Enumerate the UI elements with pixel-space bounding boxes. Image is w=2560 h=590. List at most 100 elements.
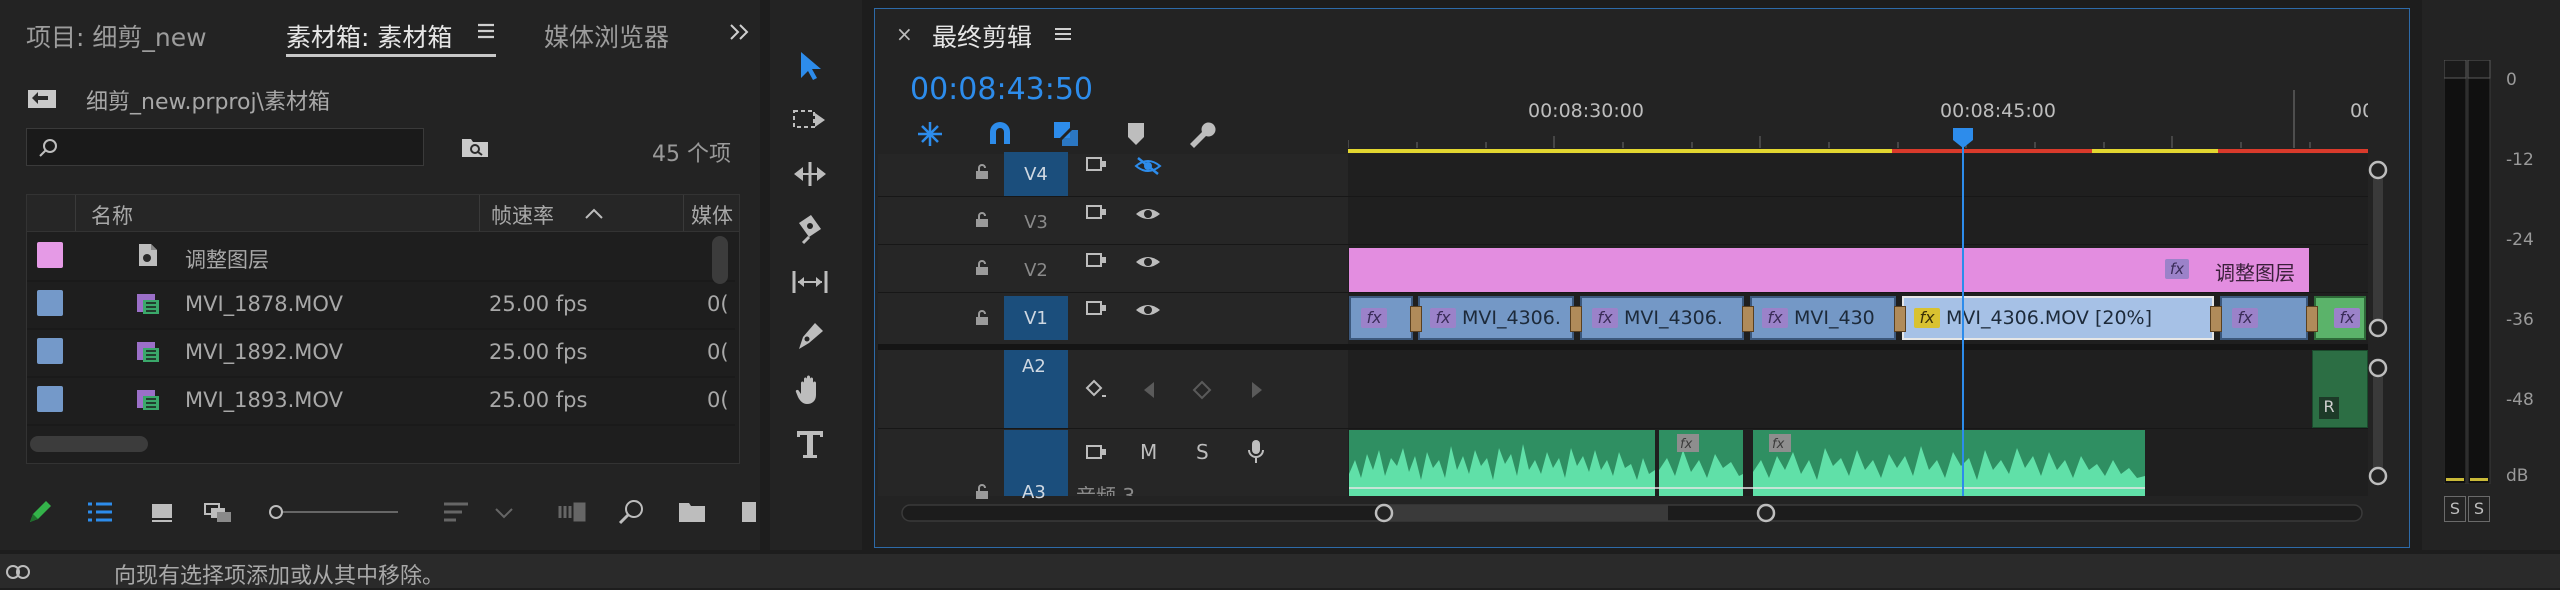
eye-hidden-icon[interactable]: [1134, 156, 1162, 176]
clip-handle[interactable]: [2210, 306, 2222, 332]
panel-menu-icon[interactable]: [1054, 26, 1072, 42]
track-select-tool-icon[interactable]: [786, 96, 834, 144]
add-marker-icon[interactable]: [1124, 120, 1148, 148]
adjustment-layer-clip[interactable]: fx 调整图层: [1349, 248, 2309, 292]
add-keyframe-icon[interactable]: [1192, 380, 1212, 400]
hand-tool-icon[interactable]: [786, 366, 834, 414]
sync-lock-icon[interactable]: [1086, 300, 1108, 318]
solo-right-button[interactable]: S: [2468, 496, 2490, 522]
video-clip[interactable]: fx: [2314, 296, 2366, 340]
video-clip[interactable]: fx MVI_4306.: [1418, 296, 1574, 340]
zoom-slider[interactable]: [268, 504, 402, 520]
tab-bin[interactable]: 素材箱: 素材箱: [286, 18, 452, 54]
audio-clip[interactable]: R: [2312, 350, 2368, 428]
next-keyframe-icon[interactable]: [1248, 380, 1266, 400]
type-tool-icon[interactable]: [786, 420, 834, 468]
track-target-v2[interactable]: V2: [1004, 248, 1068, 292]
lock-icon[interactable]: [974, 310, 990, 326]
audio-clip[interactable]: fx fx: [1349, 430, 2305, 496]
chevron-down-icon[interactable]: [488, 496, 520, 528]
tab-project[interactable]: 项目: 细剪_new: [26, 18, 207, 54]
list-item[interactable]: MVI_1893.MOV 25.00 fps 0(: [27, 378, 735, 426]
freeform-view-icon[interactable]: [202, 496, 234, 528]
find-icon[interactable]: [616, 496, 648, 528]
playhead-timecode[interactable]: 00:08:43:50: [910, 72, 1093, 107]
vertical-zoom-bar[interactable]: [2366, 158, 2390, 492]
pencil-icon[interactable]: [24, 496, 56, 528]
track-target-v3[interactable]: V3: [1004, 200, 1068, 244]
sequence-tab-title[interactable]: 最终剪辑: [932, 18, 1032, 54]
horizontal-scrollbar[interactable]: [30, 436, 148, 452]
solo-button[interactable]: S: [1196, 440, 1209, 464]
list-item[interactable]: 调整图层: [27, 234, 735, 282]
track-target-v4[interactable]: V4: [1004, 152, 1068, 196]
lock-icon[interactable]: [974, 212, 990, 228]
eye-icon[interactable]: [1134, 300, 1162, 320]
video-clip-selected[interactable]: fx MVI_4306.MOV [20%]: [1902, 296, 2214, 340]
microphone-icon[interactable]: [1246, 438, 1266, 466]
pen-tool-icon[interactable]: [786, 312, 834, 360]
solo-left-button[interactable]: S: [2444, 496, 2466, 522]
razor-tool-icon[interactable]: [786, 204, 834, 252]
track-target-a2[interactable]: A2: [1004, 350, 1068, 428]
lock-icon[interactable]: [974, 484, 990, 500]
list-item[interactable]: MVI_1892.MOV 25.00 fps 0(: [27, 330, 735, 378]
new-search-bin-icon[interactable]: [460, 134, 490, 160]
column-fps[interactable]: 帧速率: [491, 200, 554, 230]
video-clip[interactable]: fx: [1349, 296, 1413, 340]
new-item-icon[interactable]: [738, 496, 756, 528]
automate-to-sequence-icon[interactable]: [556, 496, 588, 528]
video-clip[interactable]: fx MVI_430: [1750, 296, 1896, 340]
eye-icon[interactable]: [1134, 252, 1162, 272]
sync-lock-icon[interactable]: [1086, 156, 1108, 174]
clip-handle[interactable]: [1570, 306, 1582, 332]
creative-cloud-icon[interactable]: [4, 558, 32, 584]
slip-tool-icon[interactable]: [786, 258, 834, 306]
snap-magnet-icon[interactable]: [984, 118, 1016, 150]
label-color-swatch[interactable]: [37, 338, 63, 364]
video-clip[interactable]: fx MVI_4306.: [1580, 296, 1744, 340]
list-item[interactable]: MVI_1878.MOV 25.00 fps 0(: [27, 282, 735, 330]
icon-view-icon[interactable]: [146, 496, 178, 528]
expand-panels-icon[interactable]: [728, 22, 752, 42]
horizontal-zoom-bar[interactable]: [900, 500, 2366, 526]
close-tab-button[interactable]: ×: [896, 22, 913, 46]
search-field[interactable]: [26, 128, 424, 166]
lock-icon[interactable]: [974, 164, 990, 180]
linked-selection-icon[interactable]: [1050, 118, 1082, 150]
sync-lock-icon[interactable]: [1086, 204, 1108, 222]
new-bin-icon[interactable]: [676, 496, 708, 528]
panel-menu-icon[interactable]: [476, 22, 496, 40]
sync-lock-icon[interactable]: [1086, 444, 1108, 462]
time-ruler[interactable]: 00:08:30:00 00:08:45:00 00(: [1348, 90, 2368, 154]
nest-toggle-icon[interactable]: [914, 118, 946, 150]
vertical-scrollbar[interactable]: [712, 236, 728, 284]
sync-lock-icon[interactable]: [1086, 252, 1108, 270]
tab-media-browser[interactable]: 媒体浏览器: [544, 18, 669, 54]
sort-icon[interactable]: [440, 496, 472, 528]
bin-up-icon[interactable]: [26, 84, 58, 110]
playhead[interactable]: [1950, 126, 1976, 496]
search-input[interactable]: [67, 133, 411, 163]
prev-keyframe-icon[interactable]: [1140, 380, 1158, 400]
keyframe-icon[interactable]: [1084, 378, 1108, 402]
track-target-v1[interactable]: V1: [1004, 296, 1068, 340]
column-media[interactable]: 媒体: [691, 200, 733, 230]
ripple-edit-tool-icon[interactable]: [786, 150, 834, 198]
clip-handle[interactable]: [1410, 306, 1422, 332]
label-color-swatch[interactable]: [37, 386, 63, 412]
clip-handle[interactable]: [1742, 306, 1754, 332]
selection-tool-icon[interactable]: [786, 42, 834, 90]
label-color-swatch[interactable]: [37, 290, 63, 316]
mute-button[interactable]: M: [1140, 440, 1157, 464]
list-view-icon[interactable]: [84, 496, 116, 528]
video-clip[interactable]: fx: [2220, 296, 2308, 340]
wrench-settings-icon[interactable]: [1186, 118, 1218, 150]
sort-ascending-icon[interactable]: [583, 205, 605, 221]
eye-icon[interactable]: [1134, 204, 1162, 224]
clip-handle[interactable]: [2306, 306, 2318, 332]
track-target-a3[interactable]: A3: [1004, 430, 1068, 503]
column-name[interactable]: 名称: [91, 200, 133, 230]
label-color-swatch[interactable]: [37, 242, 63, 268]
lock-icon[interactable]: [974, 260, 990, 276]
